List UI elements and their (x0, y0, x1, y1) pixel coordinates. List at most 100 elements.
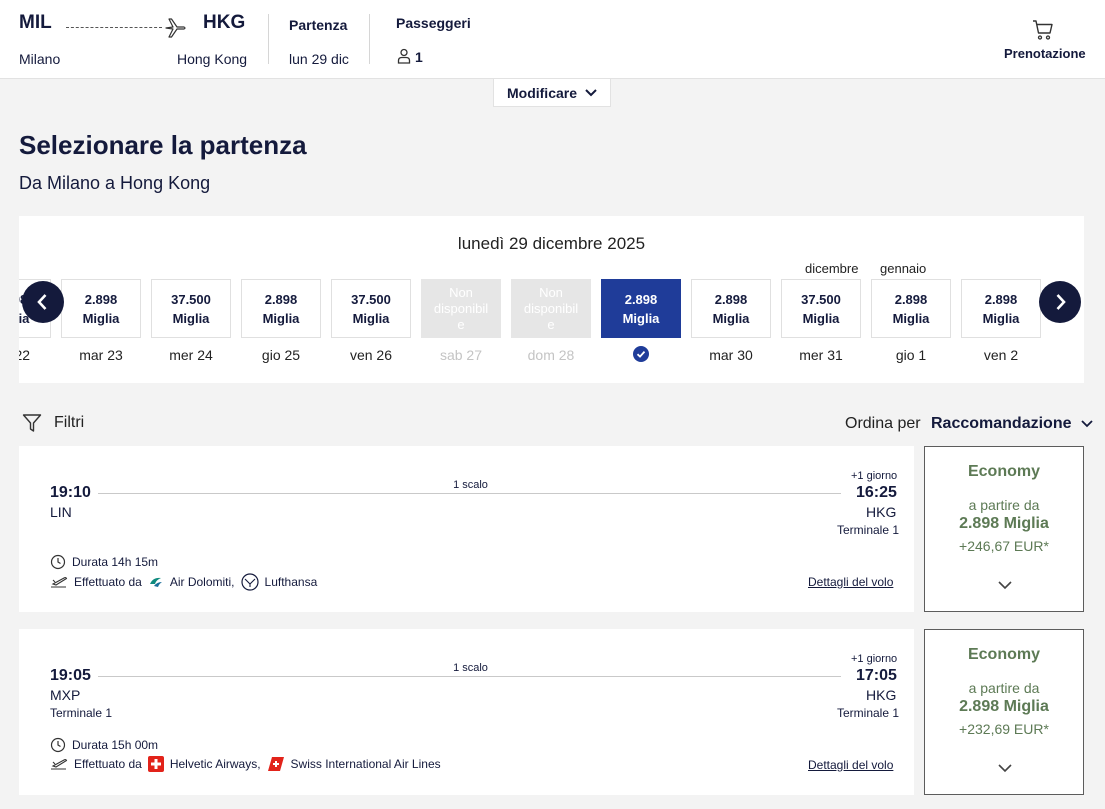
passengers-count: 1 (415, 49, 423, 65)
month-label: dicembre (805, 261, 859, 276)
date-option-label: gio 25 (261, 347, 301, 363)
carousel-prev-button[interactable] (22, 281, 64, 323)
clock-icon (50, 554, 66, 570)
date-option-card[interactable]: 2.898 Miglia (871, 279, 951, 338)
date-option-price: 2.898 (984, 291, 1018, 307)
date-option-price: 37.500 (171, 291, 211, 307)
modify-search-button[interactable]: Modificare (493, 79, 611, 107)
swiss-logo-icon (267, 757, 284, 771)
operated-label: Effettuato da (74, 757, 142, 771)
arrival-time: 17:05 (856, 667, 897, 684)
passengers-label: Passeggeri (396, 15, 471, 31)
flight-path-line (98, 676, 841, 677)
fare-eur: +246,67 EUR* (959, 538, 1049, 554)
clock-icon (50, 737, 66, 753)
cart-icon (1033, 20, 1053, 40)
booking-label: Prenotazione (1004, 46, 1086, 61)
arrival-time: 16:25 (856, 484, 897, 501)
date-option-card[interactable]: 2.898 Miglia (61, 279, 141, 338)
arrival-terminal: Terminale 1 (837, 706, 900, 720)
filters-button[interactable]: Filtri (22, 413, 84, 433)
chevron-right-icon (1056, 294, 1066, 310)
arrival-airport: HKG (866, 504, 897, 520)
chevron-down-icon (585, 88, 597, 96)
day-offset: +1 giorno (851, 470, 898, 482)
flight-card: 19:10 LIN 1 scalo +1 giorno 16:25 HKG Te… (19, 446, 914, 612)
departure-airport: MXP (50, 687, 81, 703)
carrier-name: Helvetic Airways, (169, 757, 261, 771)
date-option-card[interactable]: 2.898 Miglia (601, 279, 681, 338)
date-option-unit: Miglia (82, 310, 120, 326)
destination-code: HKG (203, 12, 246, 33)
departure-value: lun 29 dic (289, 51, 349, 67)
date-option-label: ven 2 (983, 347, 1019, 363)
chevron-down-icon (998, 764, 1012, 773)
selected-date-title: lunedì 29 dicembre 2025 (457, 234, 646, 253)
chevron-down-icon (1081, 420, 1094, 428)
date-option-card[interactable]: 37.500 Miglia (331, 279, 411, 338)
date-option-card[interactable]: 37.500 Miglia (781, 279, 861, 338)
operated-label: Effettuato da (74, 575, 142, 589)
fare-from-label: a partire da (968, 680, 1040, 696)
month-label: gennaio (880, 261, 927, 276)
booking-cart-button[interactable]: Prenotazione (1003, 18, 1087, 64)
fare-eur: +232,69 EUR* (959, 721, 1049, 737)
stops-label: 1 scalo (453, 479, 488, 491)
date-option-unit: Miglia (262, 310, 300, 326)
arrival-airport: HKG (866, 687, 897, 703)
date-option-label: mer 31 (799, 347, 843, 363)
departure-label: Partenza (289, 17, 348, 33)
fare-class: Economy (967, 463, 1040, 480)
date-option-unit: Miglia (172, 310, 210, 326)
date-option-unit: e (547, 316, 555, 332)
arrival-terminal: Terminale 1 (837, 523, 900, 537)
date-option-label: mer 24 (169, 347, 213, 363)
fare-miles: 2.898 Miglia (959, 698, 1049, 715)
date-option-unit: Miglia (802, 310, 840, 326)
flight-details-link[interactable]: Dettagli del volo (808, 758, 893, 772)
date-option-unit: e (457, 316, 465, 332)
date-option-price: 2.898 (624, 291, 658, 307)
flight-details-link[interactable]: Dettagli del volo (808, 575, 893, 589)
carrier-name: Lufthansa (264, 575, 318, 589)
duration-row: Durata 15h 00m (50, 737, 158, 753)
economy-fare-button[interactable]: Economy a partire da 2.898 Miglia +246,6… (924, 446, 1084, 612)
date-option-card[interactable]: 2.898 Miglia (961, 279, 1041, 338)
fare-miles: 2.898 Miglia (959, 515, 1049, 532)
chevron-down-icon (998, 581, 1012, 590)
operated-by-row: Effettuato da Air Dolomiti, Lufthansa (50, 573, 317, 591)
origin-code: MIL (19, 12, 52, 33)
helvetic-logo-icon (147, 756, 164, 772)
carousel-next-button[interactable] (1039, 281, 1081, 323)
date-option-card[interactable]: 2.898 Miglia (691, 279, 771, 338)
date-option-unit: Miglia (712, 310, 750, 326)
stops-label: 1 scalo (453, 662, 488, 674)
date-option-price: 2.898 (264, 291, 298, 307)
page-title: Selezionare la partenza (19, 130, 307, 160)
day-offset: +1 giorno (851, 653, 898, 665)
date-option-price: 37.500 (351, 291, 391, 307)
sort-dropdown[interactable]: Raccomandazione (931, 415, 1094, 433)
date-option-label: lun 22 (19, 347, 31, 363)
economy-fare-button[interactable]: Economy a partire da 2.898 Miglia +232,6… (924, 629, 1084, 795)
date-option-label: gio 1 (895, 347, 927, 363)
date-option-unit: Miglia (352, 310, 390, 326)
destination-city: Hong Kong (177, 51, 248, 67)
airplane-icon (165, 18, 186, 38)
divider (268, 14, 269, 64)
date-option-price: 2.898 (894, 291, 928, 307)
date-option-label: sab 27 (439, 347, 483, 363)
date-carousel: lunedì 29 dicembre 2025 dicembre gennaio… (19, 216, 1084, 383)
person-icon (397, 48, 411, 64)
sort-value: Raccomandazione (931, 415, 1072, 432)
date-option-unit: Miglia (622, 310, 660, 326)
carrier-name: Air Dolomiti, (169, 575, 235, 589)
flight-card: 19:05 MXP Terminale 1 1 scalo +1 giorno … (19, 629, 914, 795)
date-option-price: 37.500 (801, 291, 841, 307)
checkmark-icon (633, 346, 649, 362)
duration-text: Durata 15h 00m (72, 738, 159, 752)
date-option-card[interactable]: 2.898 Miglia (241, 279, 321, 338)
date-option-card[interactable]: 37.500 Miglia (151, 279, 231, 338)
departure-terminal: Terminale 1 (50, 706, 113, 720)
airplane-takeoff-icon (51, 577, 68, 588)
